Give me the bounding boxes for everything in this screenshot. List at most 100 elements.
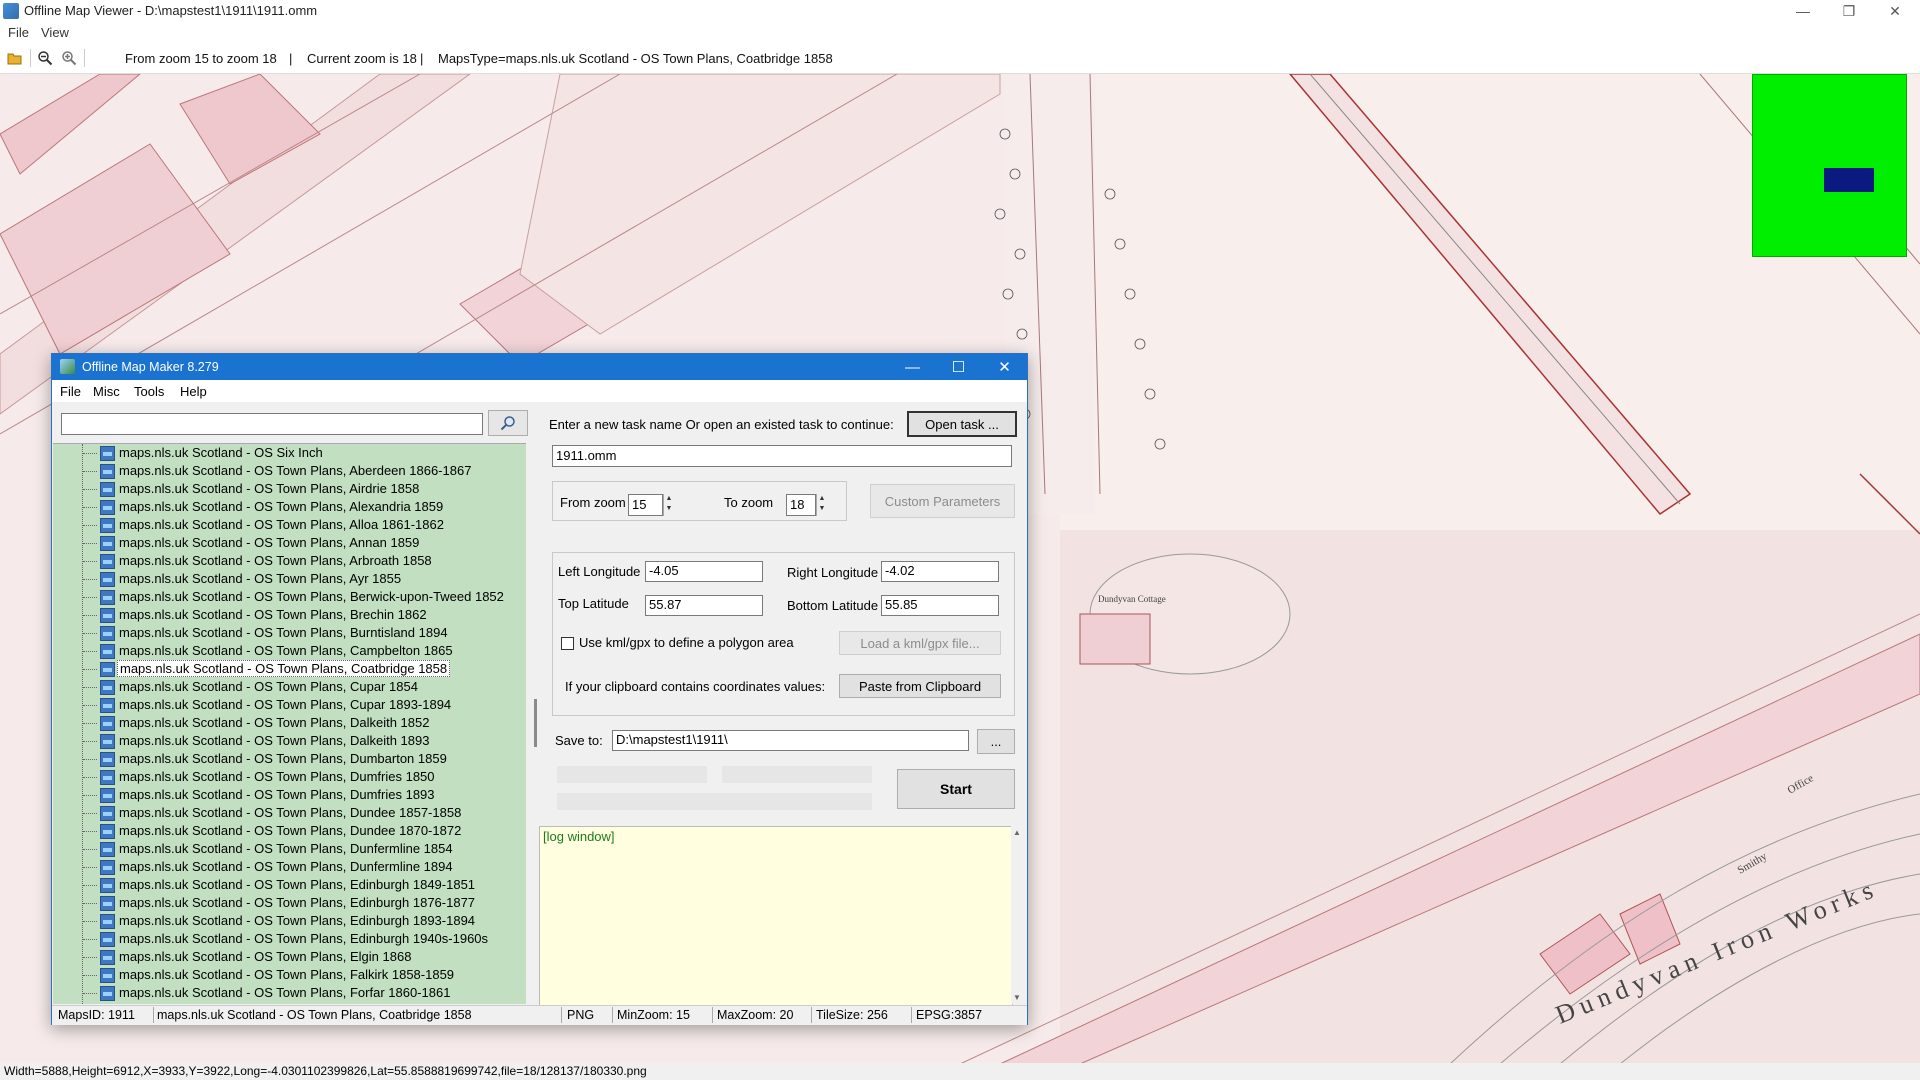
left-longitude-input[interactable]: -4.05 xyxy=(645,561,763,582)
dialog-menu-misc[interactable]: Misc xyxy=(93,384,120,399)
map-tile-icon xyxy=(100,572,115,587)
map-tile-icon xyxy=(100,608,115,623)
tree-item[interactable]: maps.nls.uk Scotland - OS Town Plans, El… xyxy=(53,948,523,966)
browse-button[interactable]: ... xyxy=(977,729,1015,754)
dialog-menu-file[interactable]: File xyxy=(60,384,81,399)
tree-item[interactable]: maps.nls.uk Scotland - OS Town Plans, Al… xyxy=(53,498,523,516)
tree-item[interactable]: maps.nls.uk Scotland - OS Town Plans, Du… xyxy=(53,786,523,804)
tree-item[interactable]: maps.nls.uk Scotland - OS Town Plans, Da… xyxy=(53,732,523,750)
tree-item[interactable]: maps.nls.uk Scotland - OS Town Plans, Al… xyxy=(53,516,523,534)
to-zoom-input[interactable]: 18 xyxy=(786,494,816,516)
tree-item[interactable]: maps.nls.uk Scotland - OS Town Plans, Du… xyxy=(53,840,523,858)
tree-item[interactable]: maps.nls.uk Scotland - OS Town Plans, Du… xyxy=(53,750,523,768)
status-min-zoom: MinZoom: 15 xyxy=(617,1008,690,1022)
map-tile-icon xyxy=(100,752,115,767)
zoom-out-icon[interactable] xyxy=(37,50,53,66)
menu-view[interactable]: View xyxy=(41,25,69,40)
tree-item-label: maps.nls.uk Scotland - OS Town Plans, Cu… xyxy=(119,697,452,712)
from-zoom-label: From zoom xyxy=(560,495,626,510)
tree-item[interactable]: maps.nls.uk Scotland - OS Town Plans, Da… xyxy=(53,714,523,732)
to-zoom-spinner[interactable]: ▲ ▼ xyxy=(816,494,827,516)
log-window[interactable]: [log window] xyxy=(539,826,1013,1006)
zoom-in-icon[interactable] xyxy=(61,50,77,66)
close-button[interactable]: ✕ xyxy=(1872,0,1918,22)
tree-item-label: maps.nls.uk Scotland - OS Town Plans, Al… xyxy=(119,517,444,532)
tree-item[interactable]: maps.nls.uk Scotland - OS Town Plans, Be… xyxy=(53,588,523,606)
tree-scrollbar-thumb[interactable] xyxy=(534,699,537,747)
search-icon xyxy=(500,416,515,431)
tree-item[interactable]: maps.nls.uk Scotland - OS Town Plans, Cu… xyxy=(53,678,523,696)
tree-item[interactable]: maps.nls.uk Scotland - OS Town Plans, Ed… xyxy=(53,930,523,948)
tree-item[interactable]: maps.nls.uk Scotland - OS Town Plans, Du… xyxy=(53,768,523,786)
tree-connector xyxy=(83,453,97,454)
tree-connector xyxy=(83,669,97,670)
tree-item-label: maps.nls.uk Scotland - OS Town Plans, Br… xyxy=(119,607,427,622)
tree-item[interactable]: maps.nls.uk Scotland - OS Town Plans, Ar… xyxy=(53,552,523,570)
minimize-button[interactable]: — xyxy=(1780,0,1826,22)
tree-item-label: maps.nls.uk Scotland - OS Town Plans, Bu… xyxy=(119,625,448,640)
tree-item[interactable]: maps.nls.uk Scotland - OS Town Plans, Ab… xyxy=(53,462,523,480)
to-zoom-label: To zoom xyxy=(724,495,774,510)
tree-item[interactable]: maps.nls.uk Scotland - OS Town Plans, Fo… xyxy=(53,984,523,1002)
dialog-title: Offline Map Maker 8.279 xyxy=(82,360,219,374)
tree-item[interactable]: maps.nls.uk Scotland - OS Six Inch xyxy=(53,444,523,462)
tree-connector xyxy=(83,651,97,652)
use-kml-checkbox[interactable] xyxy=(561,637,574,650)
minimap-viewport[interactable] xyxy=(1824,168,1874,192)
map-tile-icon xyxy=(100,806,115,821)
tree-item[interactable]: maps.nls.uk Scotland - OS Town Plans, Cu… xyxy=(53,696,523,714)
start-button[interactable]: Start xyxy=(897,769,1015,809)
tree-item[interactable]: maps.nls.uk Scotland - OS Town Plans, Ca… xyxy=(53,642,523,660)
tree-item[interactable]: maps.nls.uk Scotland - OS Town Plans, Ai… xyxy=(53,480,523,498)
right-longitude-input[interactable]: -4.02 xyxy=(881,561,999,582)
custom-parameters-button[interactable]: Custom Parameters xyxy=(870,484,1015,518)
map-tile-icon xyxy=(100,968,115,983)
tree-item[interactable]: maps.nls.uk Scotland - OS Town Plans, Bu… xyxy=(53,624,523,642)
from-zoom-spinner[interactable]: ▲ ▼ xyxy=(663,494,674,516)
tree-connector xyxy=(83,975,97,976)
save-to-input[interactable]: D:\mapstest1\1911\ xyxy=(612,730,969,751)
tree-connector xyxy=(83,723,97,724)
tree-connector xyxy=(83,867,97,868)
open-task-button[interactable]: Open task ... xyxy=(907,411,1017,437)
map-search-button[interactable] xyxy=(488,410,528,436)
tree-item[interactable]: maps.nls.uk Scotland - OS Town Plans, Ed… xyxy=(53,876,523,894)
left-longitude-label: Left Longitude xyxy=(558,564,641,579)
dialog-close-button[interactable]: ✕ xyxy=(982,354,1027,380)
map-source-tree[interactable]: maps.nls.uk Scotland - OS Six Inch maps.n… xyxy=(53,443,526,1004)
use-kml-label: Use kml/gpx to define a polygon area xyxy=(579,635,794,650)
tree-item-label: maps.nls.uk Scotland - OS Town Plans, Ca… xyxy=(119,643,453,658)
paste-from-clipboard-button[interactable]: Paste from Clipboard xyxy=(839,674,1001,698)
from-zoom-input[interactable]: 15 xyxy=(628,494,663,516)
tree-item[interactable]: maps.nls.uk Scotland - OS Town Plans, Du… xyxy=(53,858,523,876)
map-search-input[interactable] xyxy=(61,413,483,435)
tree-item[interactable]: maps.nls.uk Scotland - OS Town Plans, Du… xyxy=(53,804,523,822)
folder-open-icon[interactable] xyxy=(7,50,23,66)
tree-item[interactable]: maps.nls.uk Scotland - OS Town Plans, Ed… xyxy=(53,912,523,930)
tree-item[interactable]: maps.nls.uk Scotland - OS Town Plans, Fa… xyxy=(53,966,523,984)
tree-connector xyxy=(83,957,97,958)
progress-bar-2 xyxy=(722,766,872,783)
load-kml-button[interactable]: Load a kml/gpx file... xyxy=(839,631,1001,655)
dialog-maximize-button[interactable]: ☐ xyxy=(936,354,981,380)
top-latitude-input[interactable]: 55.87 xyxy=(645,595,763,616)
menu-file[interactable]: File xyxy=(8,25,29,40)
log-scrollbar[interactable]: ▲ ▼ xyxy=(1011,826,1025,1004)
tree-item[interactable]: maps.nls.uk Scotland - OS Town Plans, Ed… xyxy=(53,894,523,912)
tree-item[interactable]: maps.nls.uk Scotland - OS Town Plans, An… xyxy=(53,534,523,552)
tree-connector xyxy=(83,795,97,796)
dialog-menu-tools[interactable]: Tools xyxy=(134,384,164,399)
bottom-latitude-input[interactable]: 55.85 xyxy=(881,595,999,616)
tree-item[interactable]: maps.nls.uk Scotland - OS Town Plans, Co… xyxy=(53,660,523,678)
tree-item[interactable]: maps.nls.uk Scotland - OS Town Plans, Du… xyxy=(53,822,523,840)
tree-item-label: maps.nls.uk Scotland - OS Town Plans, Du… xyxy=(119,805,462,820)
minimap[interactable] xyxy=(1752,74,1907,257)
dialog-menu-help[interactable]: Help xyxy=(180,384,207,399)
tree-item[interactable]: maps.nls.uk Scotland - OS Town Plans, Ay… xyxy=(53,570,523,588)
maximize-button[interactable]: ❐ xyxy=(1826,0,1872,22)
map-tile-icon xyxy=(100,842,115,857)
task-name-input[interactable]: 1911.omm xyxy=(552,445,1012,467)
tree-item[interactable]: maps.nls.uk Scotland - OS Town Plans, Br… xyxy=(53,606,523,624)
tree-connector xyxy=(83,597,97,598)
dialog-minimize-button[interactable]: — xyxy=(890,354,935,380)
